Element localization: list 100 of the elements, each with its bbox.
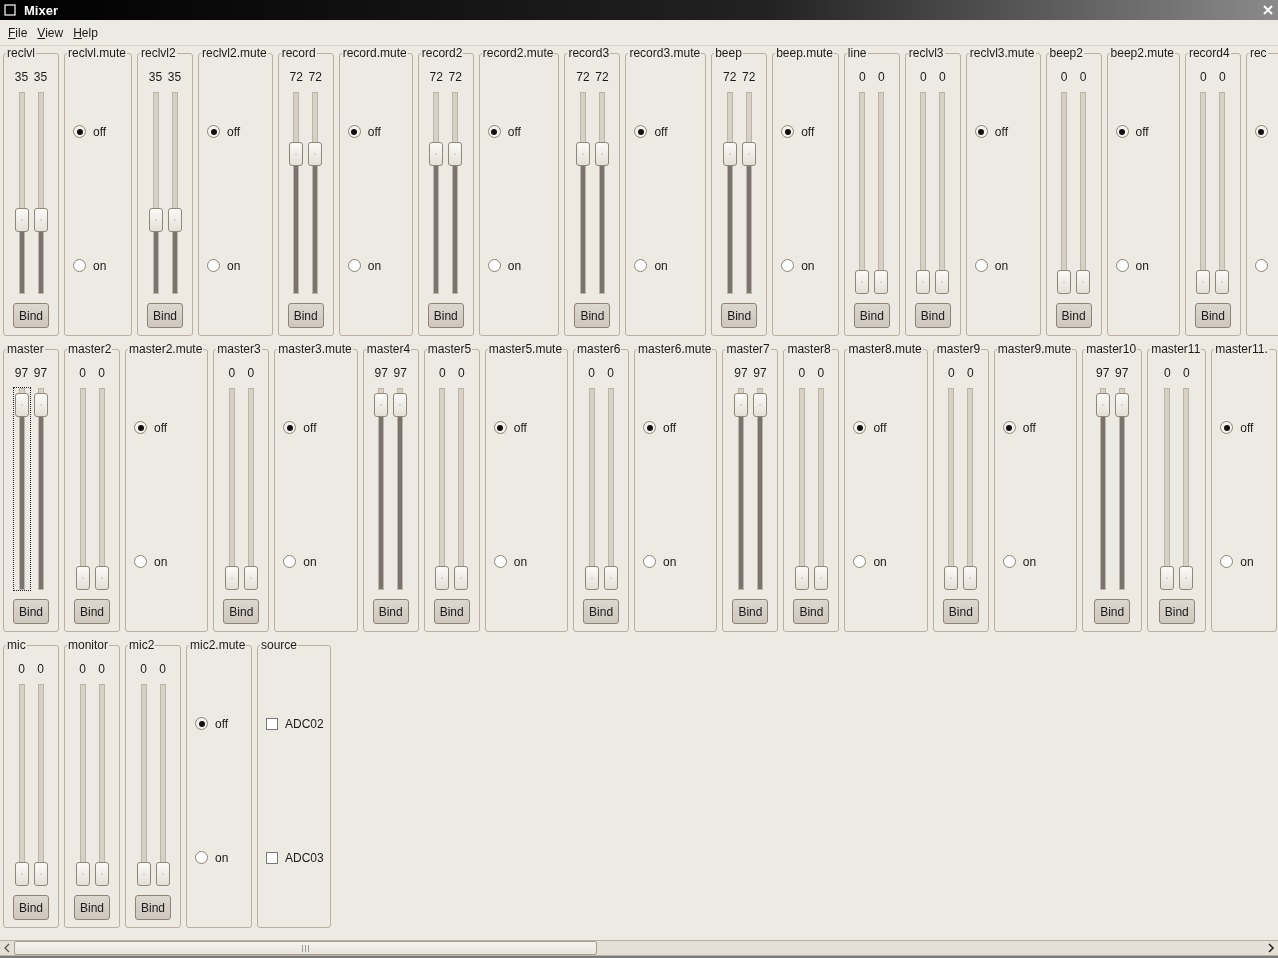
- volume-slider[interactable]: [1055, 91, 1074, 295]
- radio-circle[interactable]: [207, 259, 220, 272]
- bind-button[interactable]: Bind: [732, 599, 769, 624]
- bind-button[interactable]: Bind: [1094, 599, 1131, 624]
- checkbox[interactable]: ADC03: [266, 850, 326, 865]
- radio-circle[interactable]: [73, 125, 86, 138]
- checkbox[interactable]: ADC02: [266, 716, 326, 731]
- volume-slider[interactable]: [573, 91, 592, 295]
- radio-circle[interactable]: [1002, 555, 1016, 568]
- volume-slider[interactable]: [146, 91, 165, 295]
- volume-slider[interactable]: [1194, 91, 1213, 295]
- volume-slider[interactable]: [12, 91, 31, 295]
- radio-button[interactable]: off: [493, 420, 564, 435]
- radio-circle[interactable]: [1002, 421, 1016, 434]
- volume-slider[interactable]: [306, 91, 325, 295]
- bind-button[interactable]: Bind: [914, 303, 951, 328]
- radio-circle[interactable]: [643, 421, 657, 434]
- radio-button[interactable]: off: [195, 716, 247, 731]
- radio-circle[interactable]: [347, 125, 361, 138]
- radio-circle[interactable]: [493, 555, 507, 568]
- bind-button[interactable]: Bind: [13, 895, 49, 920]
- radio-button[interactable]: on: [195, 850, 247, 865]
- bind-button[interactable]: Bind: [1194, 303, 1231, 328]
- volume-slider[interactable]: [433, 387, 452, 591]
- radio-circle[interactable]: [283, 421, 297, 434]
- volume-slider[interactable]: [942, 387, 961, 591]
- radio-button[interactable]: on: [643, 554, 713, 569]
- menu-item[interactable]: View: [32, 25, 69, 40]
- volume-slider[interactable]: [12, 387, 31, 591]
- volume-slider[interactable]: [853, 91, 872, 295]
- radio-circle[interactable]: [853, 555, 867, 568]
- radio-circle[interactable]: [974, 259, 988, 272]
- radio-button[interactable]: off: [634, 124, 702, 139]
- volume-slider[interactable]: [452, 387, 471, 591]
- volume-slider[interactable]: [582, 387, 601, 591]
- radio-circle[interactable]: [1220, 555, 1234, 568]
- volume-slider[interactable]: [92, 387, 111, 591]
- volume-slider[interactable]: [1093, 387, 1112, 591]
- radio-circle[interactable]: [195, 717, 208, 730]
- volume-slider[interactable]: [222, 387, 241, 591]
- bind-button[interactable]: Bind: [13, 303, 49, 328]
- radio-circle[interactable]: [643, 555, 657, 568]
- volume-slider[interactable]: [1177, 387, 1196, 591]
- radio-button[interactable]: on: [283, 554, 353, 569]
- radio-circle[interactable]: [1115, 259, 1129, 272]
- radio-circle[interactable]: [283, 555, 297, 568]
- radio-button[interactable]: on: [781, 258, 834, 273]
- bind-button[interactable]: Bind: [1055, 303, 1092, 328]
- volume-slider[interactable]: [592, 91, 611, 295]
- volume-slider[interactable]: [287, 91, 306, 295]
- volume-slider[interactable]: [792, 387, 811, 591]
- radio-circle[interactable]: [347, 259, 361, 272]
- radio-button[interactable]: on: [634, 258, 702, 273]
- bind-button[interactable]: Bind: [372, 599, 409, 624]
- volume-slider[interactable]: [731, 387, 750, 591]
- radio-button[interactable]: on: [493, 554, 564, 569]
- volume-slider[interactable]: [1158, 387, 1177, 591]
- radio-button[interactable]: on: [1115, 258, 1175, 273]
- horizontal-scrollbar[interactable]: [0, 940, 1278, 956]
- volume-slider[interactable]: [31, 91, 50, 295]
- volume-slider[interactable]: [73, 683, 92, 887]
- volume-slider[interactable]: [1213, 91, 1232, 295]
- volume-slider[interactable]: [73, 387, 92, 591]
- menu-item[interactable]: Help: [68, 25, 103, 40]
- close-icon[interactable]: [1262, 4, 1274, 16]
- bind-button[interactable]: Bind: [74, 599, 110, 624]
- volume-slider[interactable]: [933, 91, 952, 295]
- radio-button[interactable]: on: [207, 258, 268, 273]
- scrollbar-thumb[interactable]: [14, 941, 597, 955]
- radio-button[interactable]: off: [207, 124, 268, 139]
- radio-button[interactable]: off: [1002, 420, 1073, 435]
- menu-item[interactable]: File: [3, 25, 33, 40]
- radio-button[interactable]: on: [1002, 554, 1073, 569]
- volume-slider[interactable]: [241, 387, 260, 591]
- radio-button[interactable]: on: [1220, 554, 1273, 569]
- radio-circle[interactable]: [634, 259, 648, 272]
- radio-circle[interactable]: [1254, 125, 1268, 138]
- volume-slider[interactable]: [750, 387, 769, 591]
- radio-circle[interactable]: [207, 125, 220, 138]
- radio-button[interactable]: off: [134, 420, 204, 435]
- radio-button[interactable]: off: [974, 124, 1036, 139]
- radio-button[interactable]: on: [347, 258, 408, 273]
- volume-slider[interactable]: [31, 683, 50, 887]
- checkbox-square[interactable]: [266, 717, 278, 730]
- volume-slider[interactable]: [1112, 387, 1131, 591]
- volume-slider[interactable]: [165, 91, 184, 295]
- radio-circle[interactable]: [634, 125, 648, 138]
- radio-button[interactable]: off: [487, 124, 555, 139]
- volume-slider[interactable]: [811, 387, 830, 591]
- volume-slider[interactable]: [872, 91, 891, 295]
- radio-circle[interactable]: [1220, 421, 1234, 434]
- volume-slider[interactable]: [720, 91, 739, 295]
- volume-slider[interactable]: [372, 387, 391, 591]
- radio-circle[interactable]: [487, 259, 501, 272]
- radio-circle[interactable]: [853, 421, 867, 434]
- bind-button[interactable]: Bind: [74, 895, 110, 920]
- radio-circle[interactable]: [1115, 125, 1129, 138]
- volume-slider[interactable]: [961, 387, 980, 591]
- volume-slider[interactable]: [739, 91, 758, 295]
- volume-slider[interactable]: [391, 387, 410, 591]
